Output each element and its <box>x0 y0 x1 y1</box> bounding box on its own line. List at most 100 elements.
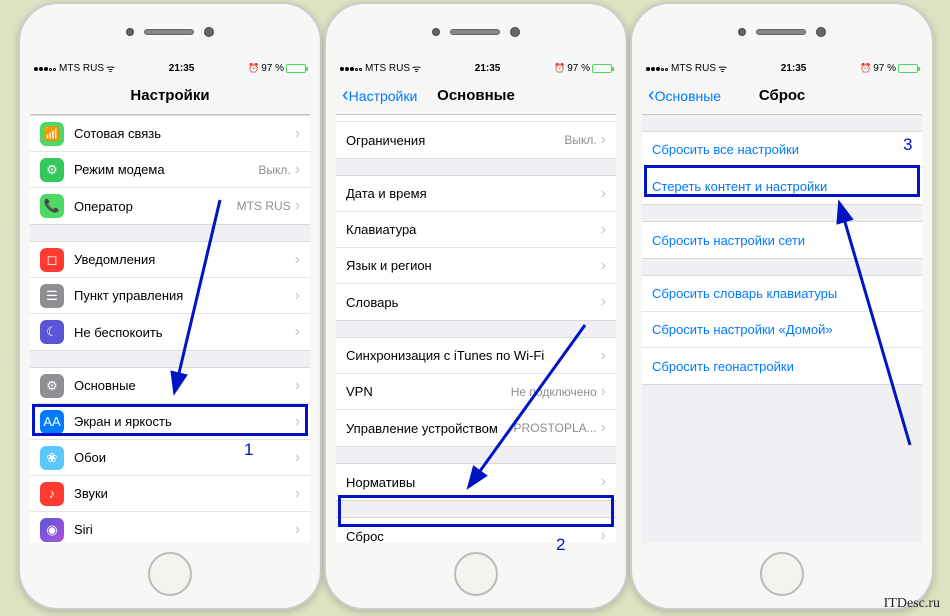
list-item[interactable]: Сброс› <box>336 518 616 543</box>
app-icon: ◻ <box>40 248 64 272</box>
item-label: Основные <box>74 378 295 393</box>
app-icon: ☾ <box>40 320 64 344</box>
item-label: Сбросить все настройки <box>652 142 912 157</box>
list-item[interactable]: › <box>336 115 616 122</box>
app-icon: 📞 <box>40 194 64 218</box>
item-label: Язык и регион <box>346 258 601 273</box>
chevron-right-icon: › <box>601 257 606 275</box>
list-item[interactable]: Сбросить все настройки <box>642 132 922 168</box>
status-bar: MTS RUS ᯤ 21:35 ⏰ 97 % <box>642 59 922 77</box>
settings-list[interactable]: 📶Сотовая связь›⚙Режим модемаВыкл.› 📞 Опера… <box>30 115 310 543</box>
list-item[interactable]: AAЭкран и яркость› <box>30 404 310 440</box>
alarm-icon: ⏰ <box>554 63 565 74</box>
list-item[interactable]: Нормативы› <box>336 464 616 500</box>
status-time: 21:35 <box>727 63 860 74</box>
list-item[interactable]: VPNНе подключено› <box>336 374 616 410</box>
watermark: ITDesc.ru <box>884 596 940 612</box>
list-item[interactable]: Сбросить словарь клавиатуры <box>642 276 922 312</box>
list-item[interactable]: ОграниченияВыкл.› <box>336 122 616 158</box>
item-label: Звуки <box>74 486 295 501</box>
settings-group: Сбросить все настройки Стереть контент и … <box>642 131 922 205</box>
item-detail: Выкл. <box>564 133 596 147</box>
app-icon: ♪ <box>40 482 64 506</box>
chevron-right-icon: › <box>601 185 606 203</box>
list-item[interactable]: ◉Siri› <box>30 512 310 543</box>
back-label: Основные <box>655 88 721 104</box>
settings-group: Синхронизация с iTunes по Wi-Fi›VPNНе по… <box>336 337 616 447</box>
reset-list[interactable]: Сбросить все настройки Стереть контент и … <box>642 115 922 543</box>
wifi-icon: ᯤ <box>412 61 421 75</box>
battery-percent: 97 % <box>567 63 590 74</box>
chevron-right-icon: › <box>601 527 606 543</box>
item-label: Сотовая связь <box>74 126 295 141</box>
item-label: Оператор <box>74 199 237 214</box>
screen-general: MTS RUS ᯤ 21:35 ⏰ 97 % ‹ Настройки Основ… <box>336 59 616 543</box>
carrier-label: MTS RUS <box>59 63 104 74</box>
list-item[interactable]: Синхронизация с iTunes по Wi-Fi› <box>336 338 616 374</box>
back-button[interactable]: ‹ Настройки <box>342 84 417 107</box>
chevron-right-icon: › <box>295 161 300 179</box>
list-item[interactable]: ☾Не беспокоить› <box>30 314 310 350</box>
item-label: Сбросить настройки «Домой» <box>652 322 912 337</box>
item-detail: MTS RUS <box>237 199 291 213</box>
step-number-2: 2 <box>556 535 565 555</box>
item-label: Пункт управления <box>74 288 295 303</box>
list-item[interactable]: Дата и время› <box>336 176 616 212</box>
home-button[interactable] <box>454 552 498 596</box>
item-label: Сбросить словарь клавиатуры <box>652 286 912 301</box>
item-label: VPN <box>346 384 511 399</box>
item-label: Нормативы <box>346 475 601 490</box>
app-icon: ⚙ <box>40 158 64 182</box>
item-label: Сбросить настройки сети <box>652 233 912 248</box>
list-item[interactable]: ⚙Режим модемаВыкл.› <box>30 152 310 188</box>
screen-settings: MTS RUS ᯤ 21:35 ⏰ 97 % Настройки 📶Сотова… <box>30 59 310 543</box>
list-item[interactable]: Стереть контент и настройки <box>642 168 922 204</box>
settings-group: ◻Уведомления›☰Пункт управления›☾Не беспо… <box>30 241 310 351</box>
general-list[interactable]: ›ОграниченияВыкл.›Дата и время›Клавиатур… <box>336 115 616 543</box>
app-icon: ◉ <box>40 518 64 542</box>
chevron-right-icon: › <box>295 449 300 467</box>
list-item[interactable]: ☰Пункт управления› <box>30 278 310 314</box>
back-button[interactable]: ‹ Основные <box>648 84 721 107</box>
chevron-right-icon: › <box>295 287 300 305</box>
item-label: Управление устройством <box>346 421 514 436</box>
list-item[interactable]: Словарь› <box>336 284 616 320</box>
list-item[interactable]: ◻ Уведомления› <box>30 242 310 278</box>
list-item[interactable]: Сбросить настройки сети <box>642 222 922 258</box>
app-icon: ❀ <box>40 446 64 470</box>
chevron-right-icon: › <box>601 347 606 365</box>
home-button[interactable] <box>148 552 192 596</box>
wifi-icon: ᯤ <box>106 61 115 75</box>
list-item[interactable]: ⚙Основные› <box>30 368 310 404</box>
item-label: Обои <box>74 450 295 465</box>
home-button[interactable] <box>760 552 804 596</box>
chevron-right-icon: › <box>601 419 606 437</box>
chevron-right-icon: › <box>295 413 300 431</box>
list-item[interactable]: Управление устройствомPROSTOPLA...› <box>336 410 616 446</box>
chevron-right-icon: › <box>601 293 606 311</box>
list-item[interactable]: 📶Сотовая связь› <box>30 116 310 152</box>
item-label: Не беспокоить <box>74 325 295 340</box>
status-time: 21:35 <box>115 63 248 74</box>
item-label: Уведомления <box>74 252 295 267</box>
list-item[interactable]: ♪Звуки› <box>30 476 310 512</box>
chevron-right-icon: › <box>295 377 300 395</box>
item-label: Экран и яркость <box>74 414 295 429</box>
phone-reset: MTS RUS ᯤ 21:35 ⏰ 97 % ‹ Основные Сброс … <box>630 2 934 610</box>
battery-percent: 97 % <box>261 63 284 74</box>
list-item[interactable]: ❀ Обои› <box>30 440 310 476</box>
list-item[interactable]: Язык и регион› <box>336 248 616 284</box>
chevron-right-icon: › <box>295 197 300 215</box>
list-item[interactable]: Сбросить геонастройки <box>642 348 922 384</box>
battery-icon <box>898 64 918 73</box>
list-item[interactable]: 📞 ОператорMTS RUS › <box>30 188 310 224</box>
list-item[interactable]: Клавиатура› <box>336 212 616 248</box>
settings-group: 📶Сотовая связь›⚙Режим модемаВыкл.› 📞 Опера… <box>30 115 310 225</box>
signal-icon <box>34 63 57 74</box>
item-detail: Не подключено <box>511 385 597 399</box>
chevron-right-icon: › <box>295 251 300 269</box>
battery-percent: 97 % <box>873 63 896 74</box>
back-label: Настройки <box>349 88 418 104</box>
screen-reset: MTS RUS ᯤ 21:35 ⏰ 97 % ‹ Основные Сброс … <box>642 59 922 543</box>
list-item[interactable]: Сбросить настройки «Домой» <box>642 312 922 348</box>
